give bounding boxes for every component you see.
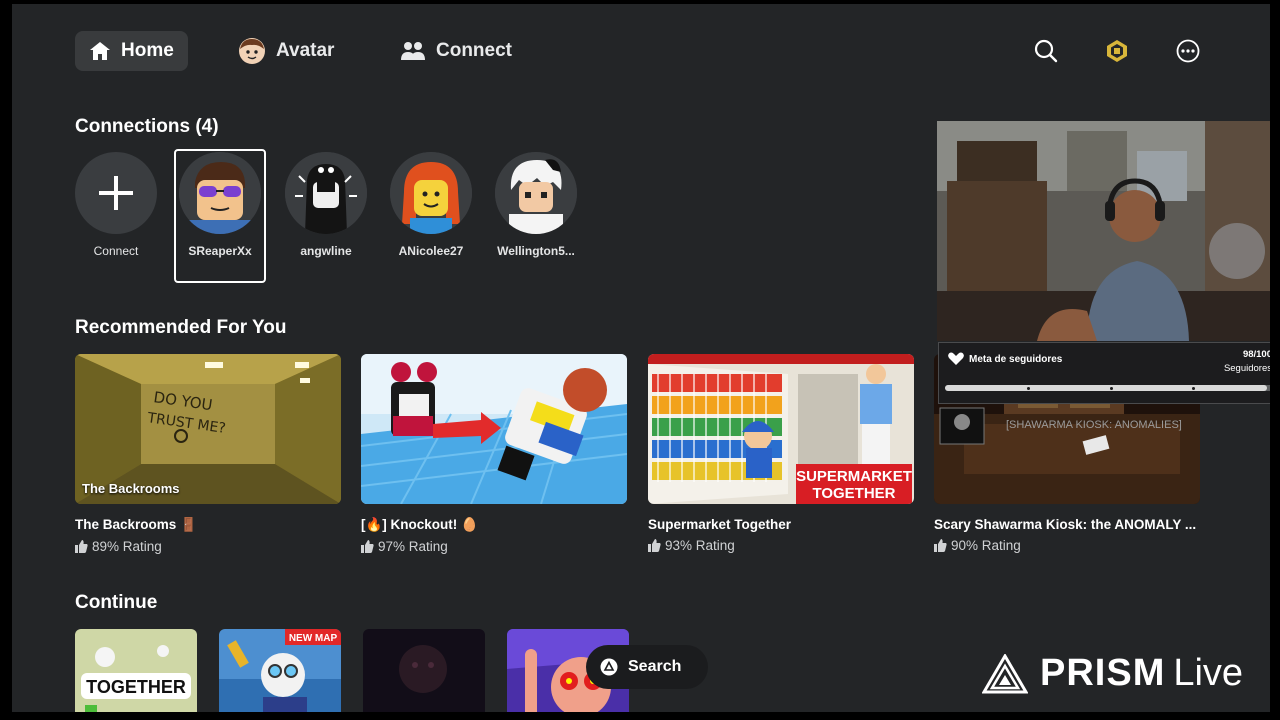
game-card[interactable]: [🔥] Knockout! 🥚 97% Rating	[361, 354, 627, 554]
connection-item[interactable]: SReaperXx	[174, 149, 266, 283]
avatar	[285, 152, 367, 234]
avatar	[390, 152, 472, 234]
nav-avatar-tab[interactable]: Avatar	[224, 31, 348, 71]
more-icon[interactable]	[1176, 39, 1200, 63]
game-rating: 89% Rating	[75, 539, 341, 554]
add-connection-label: Connect	[93, 244, 139, 258]
prism-live-watermark: PRISM Live	[982, 652, 1243, 695]
plus-icon	[99, 176, 133, 210]
connection-item[interactable]: ANicolee27	[385, 149, 477, 283]
people-icon	[401, 42, 425, 60]
thumbs-up-icon	[361, 540, 374, 553]
search-hint-label: Search	[628, 658, 682, 675]
thumbs-up-icon	[75, 540, 88, 553]
thumbs-up-icon	[934, 539, 947, 552]
game-title: [🔥] Knockout! 🥚	[361, 517, 478, 532]
connection-name: Wellington5...	[497, 244, 575, 258]
goal-unit: Seguidores	[1223, 363, 1270, 374]
game-title: Scary Shawarma Kiosk: the ANOMALY ...	[934, 517, 1197, 532]
avatar	[495, 152, 577, 234]
game-thumbnail: DO YOU TRUST ME? The Backrooms	[75, 354, 341, 504]
thumbs-up-icon	[648, 539, 661, 552]
heart-icon	[948, 352, 964, 365]
game-thumbnail: SUPERMARKET TOGETHER	[648, 354, 914, 504]
nav-connect-label: Connect	[436, 40, 512, 61]
connection-name: angwline	[300, 244, 352, 258]
game-rating: 97% Rating	[361, 539, 627, 554]
goal-progress-bar	[945, 385, 1270, 391]
goal-tick	[1109, 387, 1113, 390]
prism-brand: PRISM	[1040, 652, 1166, 694]
game-title: Supermarket Together	[648, 517, 792, 532]
add-connection-button[interactable]: Connect	[70, 149, 162, 283]
goal-counter: 98/100 Seguidores	[1224, 348, 1270, 376]
prism-suffix: Live	[1173, 652, 1244, 694]
triangle-button-icon	[600, 658, 618, 676]
add-connection-circle	[75, 152, 157, 234]
recommended-title: Recommended For You	[75, 317, 287, 338]
nav-home-label: Home	[121, 40, 174, 61]
goal-tick	[1191, 387, 1195, 390]
webcam-overlay	[937, 121, 1270, 341]
nav-avatar-label: Avatar	[276, 40, 335, 61]
home-icon	[90, 42, 110, 60]
goal-label: Meta de seguidores	[969, 354, 1063, 365]
game-rating-text: 93% Rating	[665, 538, 735, 553]
continue-title: Continue	[75, 592, 158, 613]
game-thumbnail	[361, 354, 627, 504]
game-title: The Backrooms 🚪	[75, 517, 197, 532]
nav-connect-tab[interactable]: Connect	[386, 31, 526, 71]
goal-count: 98/100	[1242, 349, 1270, 360]
prism-logo-icon	[982, 653, 1028, 693]
goal-progress-fill	[945, 385, 1268, 391]
nav-home-tab[interactable]: Home	[75, 31, 188, 71]
connection-name: ANicolee27	[398, 244, 464, 258]
search-hint-button[interactable]: Search	[586, 645, 708, 689]
game-rating: 90% Rating	[934, 538, 1200, 553]
avatar	[179, 152, 261, 234]
connection-name: SReaperXx	[188, 244, 252, 258]
search-icon[interactable]	[1034, 39, 1058, 63]
game-thumbnail-label: The Backrooms	[82, 481, 180, 496]
continue-game-tile[interactable]: NEW MAP	[219, 629, 341, 712]
game-rating-text: 97% Rating	[378, 539, 448, 554]
continue-game-tile[interactable]: TOGETHER	[75, 629, 197, 712]
game-card[interactable]: DO YOU TRUST ME? The Backrooms The Backr…	[75, 354, 341, 554]
avatar-icon	[239, 38, 265, 64]
game-card[interactable]: SUPERMARKET TOGETHER Supermarket Togethe…	[648, 354, 914, 553]
connections-title: Connections (4)	[75, 116, 219, 137]
connection-item[interactable]: angwline	[280, 149, 372, 283]
continue-tile-label: TOGETHER	[86, 677, 186, 697]
svg-text:[SHAWARMA KIOSK: ANOMALIES]: [SHAWARMA KIOSK: ANOMALIES]	[1006, 419, 1182, 431]
roblox-home-screen: Home Avatar Connect Connections (4) Conn…	[12, 4, 1270, 712]
game-rating-text: 90% Rating	[951, 538, 1021, 553]
svg-text:SUPERMARKET: SUPERMARKET	[796, 468, 912, 485]
follower-goal-widget: Meta de seguidores 98/100 Seguidores	[938, 342, 1270, 404]
continue-game-tile[interactable]	[363, 629, 485, 712]
continue-tile-label: NEW MAP	[289, 633, 338, 644]
connection-item[interactable]: Wellington5...	[490, 149, 582, 283]
game-rating-text: 89% Rating	[92, 539, 162, 554]
svg-text:TOGETHER: TOGETHER	[812, 485, 895, 502]
robux-icon[interactable]	[1105, 39, 1129, 63]
game-rating: 93% Rating	[648, 538, 914, 553]
